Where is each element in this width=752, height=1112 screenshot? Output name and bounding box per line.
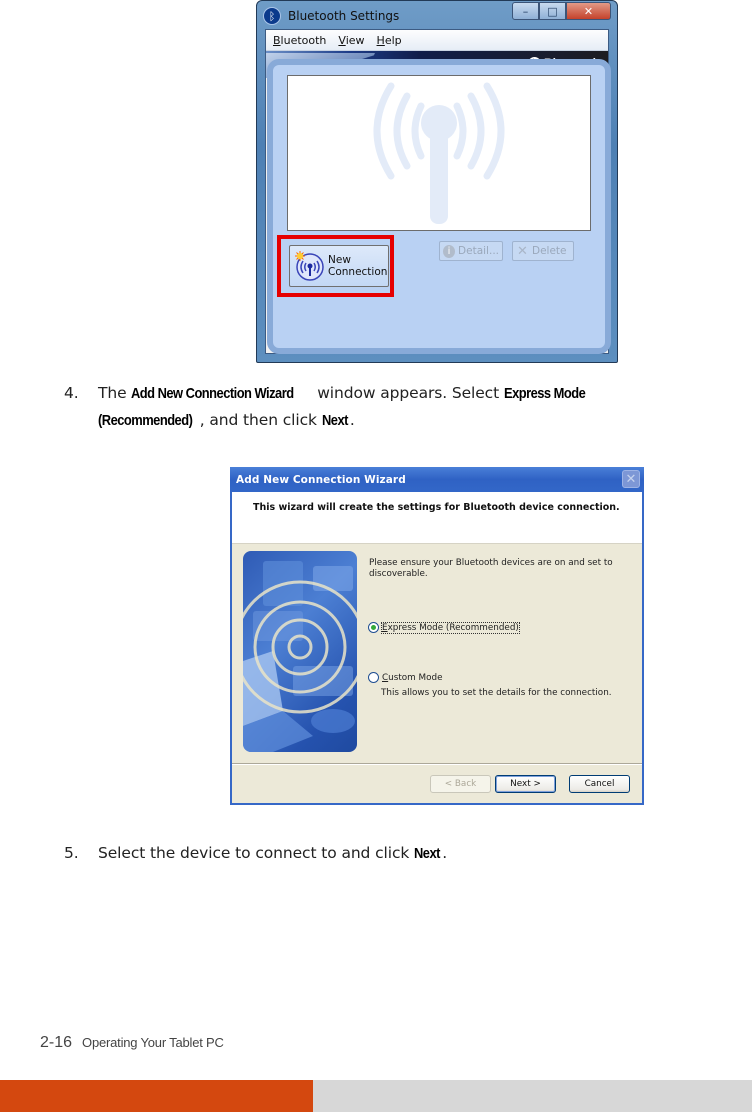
- label: xpress Mode (Recommended): [387, 622, 519, 633]
- footer-accent-bar: [0, 1080, 313, 1112]
- custom-mode-label: Custom Mode: [382, 673, 442, 683]
- antenna-watermark-icon: [373, 82, 505, 224]
- cancel-button[interactable]: Cancel: [569, 775, 630, 793]
- custom-mode-description: This allows you to set the details for t…: [381, 688, 612, 698]
- page-footer: 2-16 Operating Your Tablet PC: [40, 1034, 224, 1052]
- step-4-line-1: The Add New Connection Wizard window app…: [98, 380, 590, 407]
- window-title: Bluetooth Settings: [288, 9, 400, 23]
- keyword-express-mode: Express Mode: [503, 385, 586, 402]
- divider: [232, 763, 642, 765]
- maximize-icon: □: [547, 4, 558, 18]
- menu-label: elp: [384, 33, 402, 47]
- bluetooth-icon: ᛒ: [263, 7, 281, 25]
- express-mode-label: Express Mode (Recommended): [381, 621, 520, 634]
- delete-x-icon: ✕: [517, 243, 528, 259]
- new-connection-icon: [294, 251, 324, 281]
- text: , and then click: [199, 411, 322, 429]
- delete-label: Delete: [532, 245, 567, 257]
- text: .: [442, 844, 448, 862]
- wizard-close-button[interactable]: ✕: [622, 470, 640, 488]
- minimize-button[interactable]: –: [512, 2, 539, 20]
- window-controls: – □ ✕: [512, 2, 611, 20]
- delete-button[interactable]: ✕ Delete: [512, 241, 574, 261]
- text: The: [98, 384, 132, 402]
- text: window appears. Select: [312, 384, 504, 402]
- highlight-box: New Connection: [277, 235, 394, 297]
- bluetooth-settings-window: ᛒ Bluetooth Settings – □ ✕ Bluetooth Vie…: [256, 0, 618, 363]
- maximize-button[interactable]: □: [539, 2, 566, 20]
- menu-accel: V: [338, 33, 346, 47]
- chapter-title: Operating Your Tablet PC: [82, 1035, 224, 1050]
- detail-button[interactable]: i Detail...: [439, 241, 503, 261]
- custom-mode-option[interactable]: Custom Mode: [368, 672, 442, 683]
- keyword-recommended: (Recommended): [98, 412, 193, 429]
- page-number: 2-16: [40, 1034, 73, 1051]
- menu-view[interactable]: View: [338, 34, 364, 47]
- minimize-icon: –: [522, 4, 529, 18]
- step-number: 5.: [64, 844, 79, 862]
- step-5: 5. Select the device to connect to and c…: [64, 840, 752, 868]
- label: ustom Mode: [388, 672, 443, 683]
- step-4: 4. The Add New Connection Wizard window …: [64, 380, 752, 432]
- close-button[interactable]: ✕: [566, 2, 611, 20]
- radio-unselected-icon[interactable]: [368, 672, 379, 683]
- wizard-title-bar: Add New Connection Wizard ✕: [230, 467, 644, 492]
- wizard-header-text: This wizard will create the settings for…: [253, 502, 620, 513]
- keyword-wizard-name: Add New Connection Wizard: [131, 385, 294, 402]
- info-icon: i: [443, 244, 456, 258]
- detail-label: Detail...: [458, 245, 499, 257]
- text: .: [349, 411, 355, 429]
- device-list[interactable]: [287, 75, 591, 231]
- back-button[interactable]: < Back: [430, 775, 491, 793]
- menu-bar: Bluetooth View Help: [266, 30, 608, 51]
- menu-label: iew: [345, 33, 365, 47]
- add-new-connection-wizard: Add New Connection Wizard ✕ This wizard …: [230, 467, 644, 805]
- wizard-instruction: Please ensure your Bluetooth devices are…: [369, 558, 613, 579]
- text: Select the device to connect to and clic…: [98, 844, 415, 862]
- new-connection-button[interactable]: New Connection: [289, 245, 389, 287]
- close-icon: ✕: [625, 471, 637, 487]
- express-mode-option[interactable]: Express Mode (Recommended): [368, 621, 520, 634]
- step-4-line-2: (Recommended) , and then click Next.: [98, 407, 590, 434]
- wizard-header: This wizard will create the settings for…: [232, 492, 642, 544]
- step-text: The Add New Connection Wizard window app…: [98, 380, 590, 434]
- new-connection-label-line1: New: [328, 254, 351, 266]
- keyword-next: Next: [321, 412, 348, 429]
- close-icon: ✕: [583, 4, 594, 18]
- footer-gray-bar: [313, 1080, 752, 1112]
- menu-accel: B: [273, 33, 281, 47]
- menu-help[interactable]: Help: [377, 34, 402, 47]
- menu-bluetooth[interactable]: Bluetooth: [273, 34, 326, 47]
- next-button[interactable]: Next >: [495, 775, 556, 793]
- radio-selected-icon[interactable]: [368, 622, 379, 633]
- menu-accel: H: [376, 33, 385, 47]
- keyword-next: Next: [414, 845, 441, 862]
- device-panel: New Connection i Detail... ✕ Delete: [267, 59, 611, 354]
- title-bar: ᛒ Bluetooth Settings: [263, 4, 399, 28]
- step-number: 4.: [64, 384, 79, 402]
- wizard-illustration: [243, 551, 357, 752]
- menu-label: luetooth: [280, 33, 327, 47]
- new-connection-label-line2: Connection: [328, 266, 388, 278]
- step-text: Select the device to connect to and clic…: [98, 840, 447, 867]
- wizard-title: Add New Connection Wizard: [236, 473, 406, 486]
